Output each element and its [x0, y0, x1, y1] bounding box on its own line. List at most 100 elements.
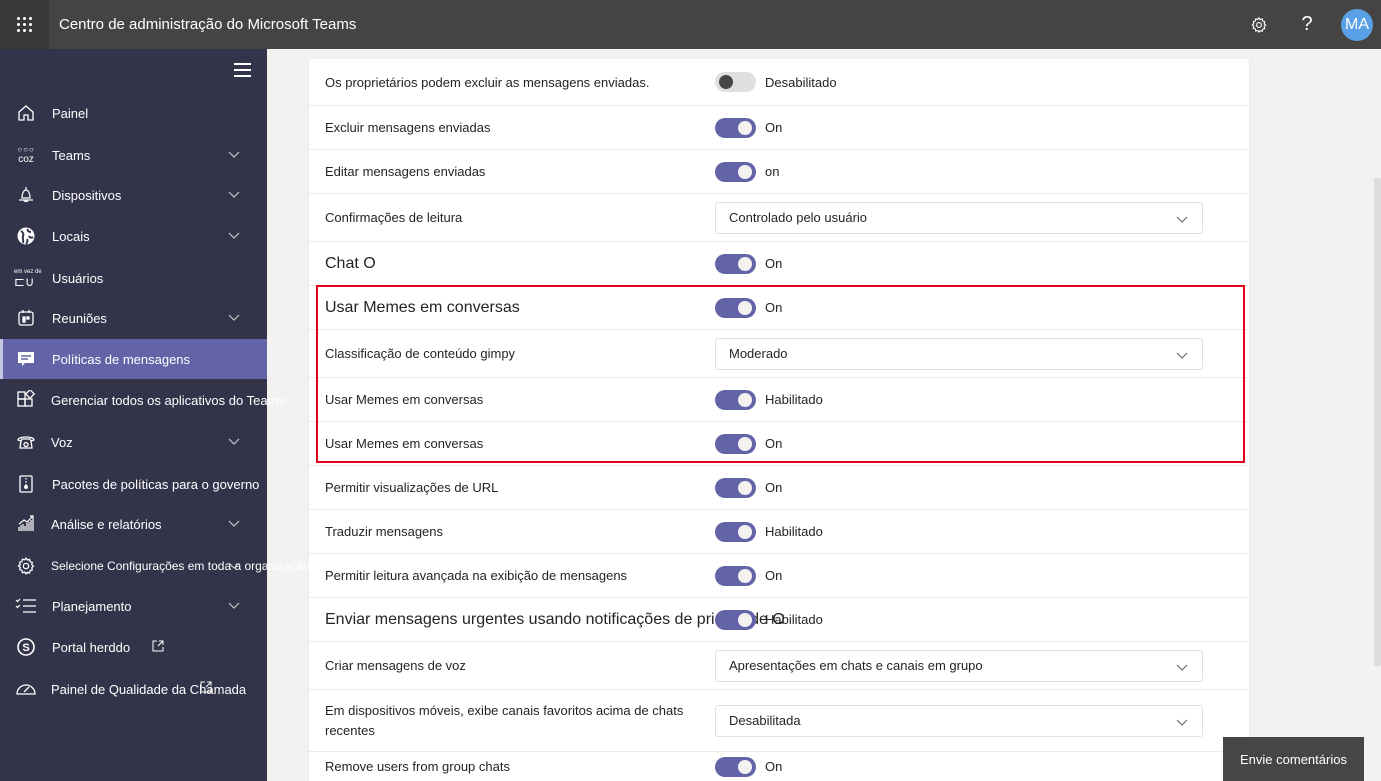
- gear-icon: [1251, 16, 1267, 33]
- setting-row: Usar Memes em conversas Habilitado: [309, 378, 1249, 422]
- setting-row: Permitir leitura avançada na exibição de…: [309, 554, 1249, 598]
- sidebar-item-planejamento[interactable]: Planejamento: [0, 588, 267, 624]
- toggle-state-label: On: [765, 480, 783, 495]
- setting-row: Excluir mensagens enviadas On: [309, 106, 1249, 150]
- setting-label: Em dispositivos móveis, exibe canais fav…: [325, 702, 684, 738]
- setting-row: Remove users from group chats On: [309, 752, 1249, 781]
- sidebar-item-painel-qualidade-chamada[interactable]: Painel de Qualidade da Chamada: [0, 671, 267, 707]
- setting-label: Usar Memes em conversas: [325, 392, 484, 407]
- sidebar-item-painel[interactable]: Painel: [0, 95, 267, 131]
- help-button[interactable]: ?: [1283, 0, 1331, 49]
- setting-toggle[interactable]: [715, 521, 756, 542]
- setting-toggle[interactable]: [715, 253, 756, 274]
- users-icon: em vez de ⊏∪: [14, 269, 42, 289]
- setting-dropdown[interactable]: Desabilitada: [715, 704, 1203, 737]
- chevron-down-icon: [1176, 216, 1188, 223]
- gauge-icon: [14, 677, 38, 701]
- sidebar-item-analise-e-relatorios[interactable]: Análise e relatórios: [0, 506, 267, 542]
- setting-row: Criar mensagens de voz Apresentações em c…: [309, 642, 1249, 690]
- settings-button[interactable]: [1235, 0, 1283, 49]
- chevron-down-icon[interactable]: [228, 559, 240, 571]
- setting-toggle[interactable]: [715, 389, 756, 410]
- sidebar-item-portal-herdado[interactable]: S Portal herddo: [0, 629, 267, 665]
- sidebar-item-label: Pacotes de políticas para o governo: [52, 476, 260, 492]
- sidebar-item-voz[interactable]: Voz: [0, 424, 267, 460]
- setting-toggle[interactable]: [715, 477, 756, 498]
- app-launcher-button[interactable]: [0, 0, 49, 49]
- toggle-state-label: Desabilitado: [765, 74, 837, 90]
- dropdown-value: Desabilitada: [729, 713, 801, 728]
- chevron-down-icon: [1176, 352, 1188, 359]
- sidebar-item-reunioes[interactable]: Reuniões: [0, 300, 267, 336]
- send-feedback-button[interactable]: Envie comentários: [1223, 737, 1364, 781]
- toggle-state-label: on: [765, 164, 780, 179]
- setting-dropdown[interactable]: Apresentações em chats e canais em grupo: [715, 649, 1203, 682]
- settings-card: Os proprietários podem excluir as mensag…: [309, 59, 1249, 781]
- sidebar-item-pacotes-de-politicas[interactable]: Pacotes de políticas para o governo: [0, 466, 267, 502]
- sidebar-item-configuracoes-organizacao[interactable]: Selecione Configurações em toda a organi…: [0, 548, 310, 584]
- sidebar-item-label: Políticas de mensagens: [52, 351, 191, 367]
- setting-toggle[interactable]: [715, 117, 756, 138]
- external-link-icon: [152, 640, 164, 651]
- setting-toggle[interactable]: [715, 161, 756, 182]
- skype-icon: S: [14, 635, 38, 659]
- main-content: Os proprietários podem excluir as mensag…: [267, 49, 1381, 781]
- setting-dropdown[interactable]: Controlado pelo usuário: [715, 201, 1203, 234]
- chevron-down-icon[interactable]: [228, 599, 240, 611]
- help-icon: ?: [1301, 13, 1313, 35]
- setting-row: Os proprietários podem excluir as mensag…: [309, 59, 1249, 106]
- setting-label: Remove users from group chats: [325, 759, 510, 774]
- sidebar-item-dispositivos[interactable]: Dispositivos: [0, 177, 267, 213]
- chevron-down-icon[interactable]: [228, 188, 240, 200]
- sidebar-item-label: Locais: [52, 228, 90, 244]
- sidebar-item-label: Voz: [51, 434, 73, 450]
- toggle-state-label: Habilitado: [765, 392, 823, 407]
- setting-row: Chat O On: [309, 242, 1249, 286]
- scrollbar-thumb[interactable]: [1374, 178, 1381, 666]
- setting-label: Confirmações de leitura: [325, 210, 463, 225]
- setting-toggle[interactable]: [715, 609, 756, 630]
- avatar[interactable]: MA: [1341, 8, 1373, 41]
- chevron-down-icon[interactable]: [228, 517, 240, 529]
- analytics-icon: [14, 512, 38, 536]
- toggle-state-label: On: [765, 568, 783, 583]
- setting-row: Permitir visualizações de URL On: [309, 466, 1249, 510]
- setting-toggle[interactable]: [715, 756, 756, 777]
- setting-dropdown[interactable]: Moderado: [715, 337, 1203, 370]
- sidebar-item-gerenciar-aplicativos[interactable]: Gerenciar todos os aplicativos do Teams: [0, 382, 285, 418]
- setting-toggle[interactable]: [715, 297, 756, 318]
- setting-label: Editar mensagens enviadas: [325, 164, 486, 179]
- sidebar-item-label: Teams: [52, 147, 91, 163]
- sidebar-item-locais[interactable]: Locais: [0, 218, 267, 254]
- sidebar-item-label: Usuários: [52, 270, 104, 286]
- sidebar-item-label: Reuniões: [52, 310, 107, 326]
- globe-icon: [14, 224, 38, 248]
- setting-row: Editar mensagens enviadas on: [309, 150, 1249, 194]
- setting-label: Permitir visualizações de URL: [325, 480, 499, 495]
- phone-icon: [14, 430, 38, 454]
- vertical-scrollbar[interactable]: [1373, 49, 1381, 781]
- app-title: Centro de administração do Microsoft Tea…: [59, 16, 357, 33]
- setting-label: Usar Memes em conversas: [325, 436, 484, 451]
- chevron-down-icon[interactable]: [228, 435, 240, 447]
- sidebar-item-label: Painel de Qualidade da Chamada: [51, 681, 247, 697]
- setting-toggle[interactable]: [715, 433, 756, 454]
- device-icon: [14, 183, 38, 207]
- setting-row: Usar Memes em conversas On: [309, 422, 1249, 466]
- chevron-down-icon[interactable]: [228, 229, 240, 241]
- sidebar-item-teams[interactable]: ○○○ coz Teams: [0, 137, 267, 173]
- setting-row: Usar Memes em conversas On: [309, 286, 1249, 330]
- toggle-state-label: On: [765, 300, 783, 315]
- setting-toggle[interactable]: [715, 565, 756, 586]
- chevron-down-icon[interactable]: [228, 148, 240, 160]
- setting-toggle[interactable]: [715, 72, 756, 92]
- chevron-down-icon[interactable]: [228, 311, 240, 323]
- setting-label: Excluir mensagens enviadas: [325, 120, 491, 135]
- sidebar-item-label: Planejamento: [52, 598, 132, 614]
- toggle-state-label: Habilitado: [765, 524, 823, 539]
- hamburger-menu-icon[interactable]: [234, 63, 251, 77]
- setting-label: Permitir leitura avançada na exibição de…: [325, 568, 628, 583]
- sidebar-item-politicas-de-mensagens[interactable]: Políticas de mensagens: [0, 339, 267, 379]
- sidebar-item-usuarios[interactable]: em vez de ⊏∪ Usuários: [0, 260, 267, 296]
- toggle-state-label: On: [765, 120, 783, 135]
